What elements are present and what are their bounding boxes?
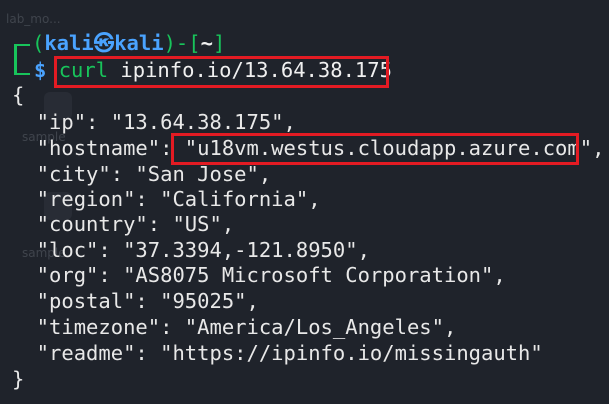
json-line-readme: "readme": "https://ipinfo.io/missingauth… xyxy=(12,341,543,365)
json-line-city: "city": "San Jose", xyxy=(12,162,272,186)
prompt-close-bracket: ] xyxy=(212,31,226,55)
prompt-separator: )-[ xyxy=(163,31,201,55)
json-line-postal: "postal": "95025", xyxy=(12,289,259,313)
prompt-dollar: $ xyxy=(34,58,47,82)
prompt-frame-bottom-corner xyxy=(14,73,30,75)
prompt-at-symbol: ㉿ xyxy=(93,31,115,55)
prompt-open-paren: ( xyxy=(32,31,45,55)
prompt-frame-vertical xyxy=(14,44,17,74)
json-line-ip: "ip": "13.64.38.175", xyxy=(12,110,296,134)
prompt-frame-top-corner xyxy=(14,44,30,46)
terminal-window[interactable]: lab_mo... sample sample (kali㉿kali)-[~] … xyxy=(0,0,609,404)
json-line-loc: "loc": "37.3394,-121.8950", xyxy=(12,238,370,262)
json-line-org: "org": "AS8075 Microsoft Corporation", xyxy=(12,263,506,287)
prompt-host: kali xyxy=(114,31,164,55)
hostname-highlight-box xyxy=(171,133,579,165)
json-line-timezone: "timezone": "America/Los_Angeles", xyxy=(12,315,457,339)
prompt-cwd: ~ xyxy=(200,31,213,55)
prompt-header: (kali㉿kali)-[~] xyxy=(32,31,225,56)
json-close-brace: } xyxy=(12,367,25,391)
json-open-brace: { xyxy=(12,83,25,107)
prompt-user: kali xyxy=(44,31,94,55)
json-line-country: "country": "US", xyxy=(12,212,235,236)
command-highlight-box xyxy=(54,56,389,88)
desktop-ghost-label: lab_mo... xyxy=(6,12,61,26)
json-line-region: "region": "California", xyxy=(12,187,321,211)
